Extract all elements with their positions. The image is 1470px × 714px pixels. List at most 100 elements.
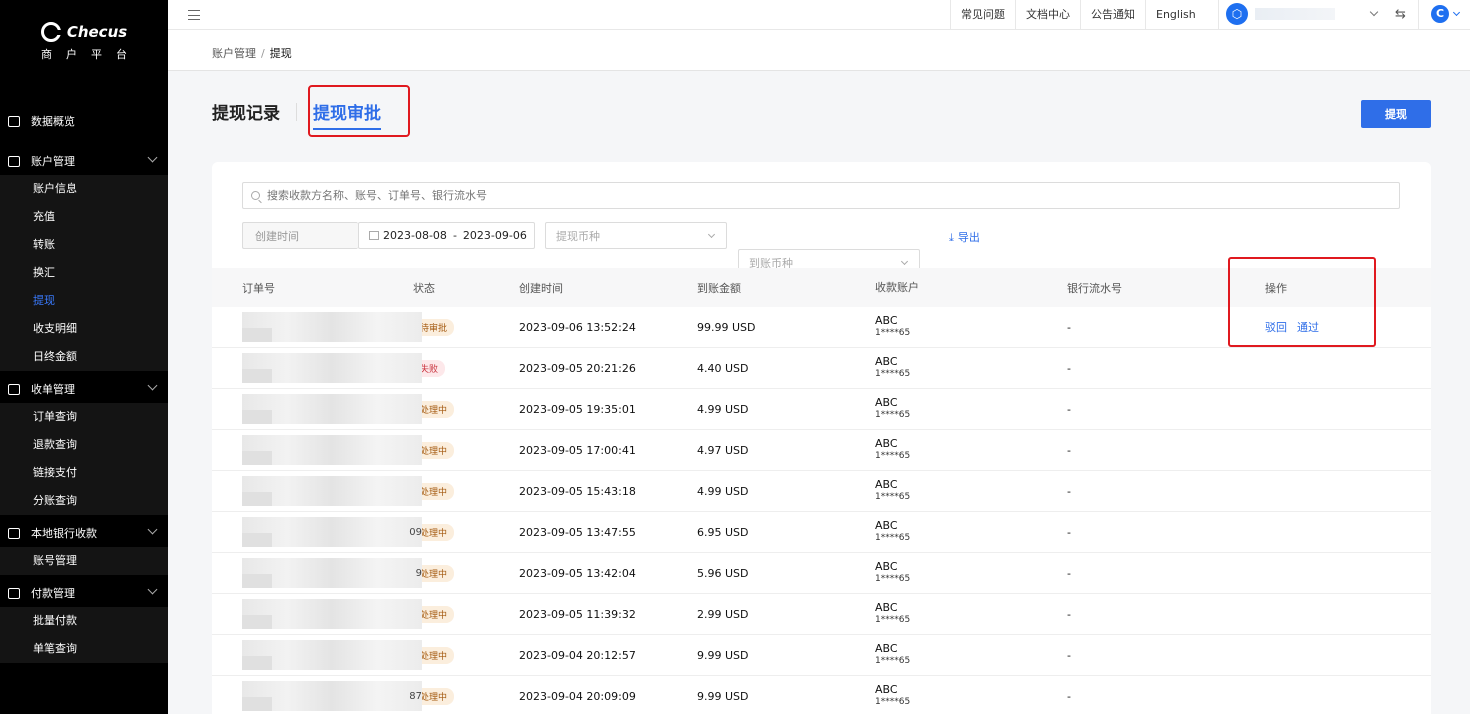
order-number-redacted	[242, 435, 422, 465]
column-header: 收款账户	[875, 280, 919, 294]
column-header: 创建时间	[519, 281, 563, 295]
sidebar-item[interactable]: 单笔查询	[0, 635, 168, 663]
top-link[interactable]: 公告通知	[1080, 0, 1145, 30]
switch-icon[interactable]: ⇆	[1395, 7, 1406, 22]
order-number-cell: 87	[212, 681, 422, 711]
amount-cell: 4.40 USD	[697, 361, 749, 375]
sidebar-group[interactable]: 数据概览	[0, 107, 168, 135]
sidebar-item[interactable]: 退款查询	[0, 431, 168, 459]
sidebar-group-label: 收单管理	[31, 383, 75, 396]
avatar[interactable]: C	[1431, 5, 1449, 23]
date-range-picker[interactable]: 2023-08-08 - 2023-09-06	[358, 222, 535, 249]
sidebar-item[interactable]: 收支明细	[0, 315, 168, 343]
created-time-cell: 2023-09-04 20:09:09	[519, 689, 636, 703]
sidebar-nav: 数据概览账户管理 账户信息 充值 转账 换汇 提现 收支明细 日终金额收单管理订单查询 退款查询…	[0, 107, 168, 663]
breadcrumb-parent[interactable]: 账户管理	[212, 47, 256, 60]
status-cell: 处理中	[413, 441, 519, 459]
payee-account-cell: ABC 1****65	[875, 684, 1067, 708]
top-link[interactable]: 文档中心	[1015, 0, 1080, 30]
created-time-cell: 2023-09-05 17:00:41	[519, 443, 636, 457]
chevron-down-icon[interactable]	[1369, 7, 1379, 17]
bank-ref-cell: -	[1067, 484, 1071, 498]
sidebar-item[interactable]: 账号管理	[0, 547, 168, 575]
top-link[interactable]: 常见问题	[950, 0, 1015, 30]
sidebar-item[interactable]: 批量付款	[0, 607, 168, 635]
sidebar-group[interactable]: 账户管理	[0, 147, 168, 175]
sidebar-submenu: 批量付款 单笔查询	[0, 607, 168, 663]
accounts-icon	[8, 155, 20, 167]
sidebar-group[interactable]: 本地银行收款	[0, 519, 168, 547]
date-start: 2023-08-08	[383, 229, 447, 242]
sidebar-item[interactable]: 日终金额	[0, 343, 168, 371]
sidebar-item[interactable]: 换汇	[0, 259, 168, 287]
amount-cell: 4.97 USD	[697, 443, 749, 457]
brand-logo[interactable]: Checus 商户平台	[0, 22, 168, 62]
menu-toggle-icon[interactable]	[188, 10, 200, 20]
date-end: 2023-09-06	[462, 229, 527, 242]
bank-ref-cell: -	[1067, 689, 1071, 703]
created-time-cell: 2023-09-05 15:43:18	[519, 484, 636, 498]
payee-account-cell: ABC 1****65	[875, 520, 1067, 544]
bank-ref-cell: -	[1067, 525, 1071, 539]
export-link[interactable]: ⤓ 导出	[949, 229, 980, 245]
order-number-redacted	[242, 353, 422, 383]
payee-account-number: 1****65	[875, 410, 911, 420]
amount-cell: 5.96 USD	[697, 566, 749, 580]
breadcrumb: 账户管理 / 提现	[212, 45, 292, 61]
order-number-cell	[212, 394, 422, 424]
payee-name: ABC	[875, 519, 898, 532]
status-cell: 处理中	[413, 605, 519, 623]
status-cell: 处理中	[413, 646, 519, 664]
order-number-cell	[212, 435, 422, 465]
column-header: 状态	[413, 281, 435, 295]
amount-cell: 9.99 USD	[697, 648, 749, 662]
merchant-switcher[interactable]: ⬡ ⇆	[1218, 0, 1418, 30]
payee-name: ABC	[875, 601, 898, 614]
payee-name: ABC	[875, 396, 898, 409]
table-row: 处理中 2023-09-05 17:00:41 4.97 USD ABC 1****65…	[212, 430, 1431, 471]
sidebar-item[interactable]: 订单查询	[0, 403, 168, 431]
column-header: 到账金额	[697, 281, 741, 295]
table-row: 处理中 2023-09-05 19:35:01 4.99 USD ABC 1****65…	[212, 389, 1431, 430]
column-header: 订单号	[242, 281, 275, 295]
amount-cell: 4.99 USD	[697, 484, 749, 498]
sidebar-item[interactable]: 账户信息	[0, 175, 168, 203]
search-input[interactable]	[242, 182, 1400, 209]
table-row: 09 处理中 2023-09-05 13:47:55 6.95 USD ABC 1****…	[212, 512, 1431, 553]
payee-account-number: 1****65	[875, 492, 911, 502]
amount-cell: 6.95 USD	[697, 525, 749, 539]
calendar-icon	[369, 231, 379, 240]
order-number-cell	[212, 640, 422, 670]
sidebar-item[interactable]: 链接支付	[0, 459, 168, 487]
sidebar-item[interactable]: 转账	[0, 231, 168, 259]
payee-account-number: 1****65	[875, 533, 911, 543]
chevron-down-icon	[147, 380, 158, 391]
amount-cell: 99.99 USD	[697, 320, 756, 334]
table-body: 待审批 2023-09-06 13:52:24 99.99 USD ABC 1****6…	[212, 307, 1431, 714]
tab-divider	[296, 102, 297, 121]
bank-ref-cell: -	[1067, 320, 1071, 334]
bank-ref-cell: -	[1067, 361, 1071, 375]
chevron-down-icon[interactable]	[1452, 8, 1461, 17]
top-link[interactable]: English	[1145, 0, 1206, 30]
created-time-cell: 2023-09-04 20:12:57	[519, 648, 636, 662]
sidebar-group[interactable]: 付款管理	[0, 579, 168, 607]
chart-icon	[8, 115, 20, 127]
chevron-down-icon	[707, 230, 716, 239]
order-number-redacted: 9	[242, 558, 422, 588]
brand-subtitle: 商户平台	[41, 48, 141, 61]
withdraw-button[interactable]: 提现	[1361, 100, 1431, 128]
sidebar-item[interactable]: 充值	[0, 203, 168, 231]
user-menu[interactable]: C	[1418, 0, 1470, 30]
sidebar-item[interactable]: 提现	[0, 287, 168, 315]
table-row: 处理中 2023-09-05 15:43:18 4.99 USD ABC 1****65…	[212, 471, 1431, 512]
sidebar: Checus 商户平台 数据概览账户管理 账户信息 充值 转账 换汇 提现 收支明细 日终金额…	[0, 0, 168, 714]
sidebar-item[interactable]: 分账查询	[0, 487, 168, 515]
payee-name: ABC	[875, 560, 898, 573]
tab-withdraw-records[interactable]: 提现记录	[212, 99, 280, 124]
payee-name: ABC	[875, 683, 898, 696]
order-number-cell	[212, 476, 422, 506]
sidebar-group[interactable]: 收单管理	[0, 375, 168, 403]
status-cell: 待审批	[413, 318, 519, 336]
withdraw-currency-select[interactable]: 提现币种	[545, 222, 727, 249]
